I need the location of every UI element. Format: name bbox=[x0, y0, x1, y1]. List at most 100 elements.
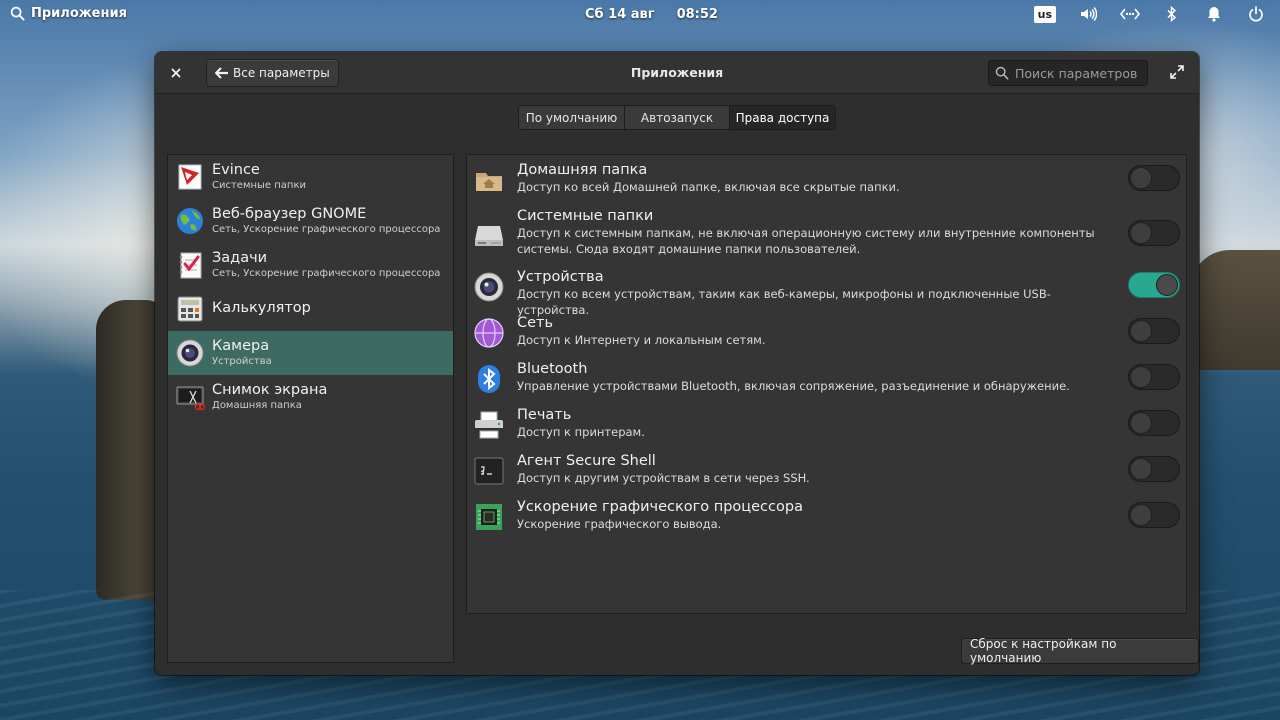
permission-row-bluetooth: Bluetooth Управление устройствами Blueto… bbox=[467, 361, 1186, 401]
application-list: Evince Системные папки Веб-браузер GNOME… bbox=[167, 154, 454, 663]
maximize-window-button[interactable] bbox=[1169, 64, 1189, 84]
volume-icon[interactable] bbox=[1078, 4, 1098, 24]
permission-title: Печать bbox=[517, 407, 572, 423]
list-item-web-browser[interactable]: Веб-браузер GNOME Сеть, Ускорение графич… bbox=[168, 199, 453, 243]
permission-description: Доступ к другим устройствам в сети через… bbox=[517, 471, 810, 485]
permission-description: Доступ ко всей Домашней папке, включая в… bbox=[517, 180, 900, 194]
tasks-icon bbox=[179, 252, 202, 279]
app-name: Задачи bbox=[212, 250, 268, 266]
search-icon bbox=[995, 66, 1009, 80]
tab-autostart[interactable]: Автозапуск bbox=[625, 106, 730, 129]
permission-title: Сеть bbox=[517, 315, 554, 331]
permission-description: Ускорение графического вывода. bbox=[517, 517, 722, 531]
date-label: Сб 14 авг bbox=[585, 7, 655, 22]
permission-title: Агент Secure Shell bbox=[517, 453, 656, 469]
tab-defaults[interactable]: По умолчанию bbox=[519, 106, 625, 129]
applications-menu-button[interactable]: Приложения bbox=[10, 6, 127, 21]
settings-search-box[interactable] bbox=[988, 60, 1148, 86]
system-folders-toggle[interactable] bbox=[1128, 220, 1180, 246]
headerbar: Все параметры Приложения bbox=[155, 52, 1199, 94]
permission-title: Домашняя папка bbox=[517, 162, 648, 178]
list-item-tasks[interactable]: Задачи Сеть, Ускорение графического проц… bbox=[168, 243, 453, 287]
time-label: 08:52 bbox=[676, 7, 718, 22]
permission-description: Доступ к системным папкам, не включая оп… bbox=[517, 226, 1095, 256]
permission-row-system-folders: Системные папки Доступ к системным папка… bbox=[467, 208, 1186, 264]
terminal-icon bbox=[474, 457, 504, 485]
power-icon[interactable] bbox=[1246, 4, 1266, 24]
app-name: Калькулятор bbox=[212, 300, 311, 316]
network-toggle[interactable] bbox=[1128, 318, 1180, 344]
switch-knob bbox=[1130, 412, 1152, 434]
gpu-icon bbox=[476, 504, 502, 530]
settings-window: Все параметры Приложения По умолчанию Ав… bbox=[155, 52, 1199, 675]
permission-title: Bluetooth bbox=[517, 361, 588, 377]
switch-knob bbox=[1130, 366, 1152, 388]
app-name: Снимок экрана bbox=[212, 382, 328, 398]
switch-knob bbox=[1156, 274, 1178, 296]
network-icon bbox=[474, 318, 504, 348]
reset-to-defaults-button[interactable]: Сброс к настройкам по умолчанию bbox=[961, 637, 1199, 665]
switch-knob bbox=[1130, 167, 1152, 189]
app-permissions-summary: Устройства bbox=[212, 356, 272, 367]
app-name: Камера bbox=[212, 338, 270, 354]
ssh-agent-toggle[interactable] bbox=[1128, 456, 1180, 482]
search-icon bbox=[10, 6, 25, 21]
app-permissions-summary: Сеть, Ускорение графического процессора bbox=[212, 268, 441, 279]
search-input[interactable] bbox=[1015, 65, 1145, 81]
permission-description: Управление устройствами Bluetooth, включ… bbox=[517, 379, 1070, 393]
app-name: Evince bbox=[212, 162, 260, 178]
switch-knob bbox=[1130, 320, 1152, 342]
bluetooth-icon bbox=[478, 365, 500, 393]
app-permissions-summary: Сеть, Ускорение графического процессора bbox=[212, 224, 441, 235]
keyboard-layout-indicator[interactable]: us bbox=[1033, 5, 1056, 23]
drive-icon bbox=[475, 226, 503, 246]
screenshot-icon bbox=[176, 386, 205, 411]
printing-toggle[interactable] bbox=[1128, 410, 1180, 436]
bluetooth-indicator-icon[interactable] bbox=[1162, 4, 1182, 24]
network-indicator-icon[interactable] bbox=[1120, 4, 1140, 24]
wallpaper-cliff bbox=[1190, 250, 1280, 370]
permission-title: Ускорение графического процессора bbox=[517, 499, 803, 515]
printer-icon bbox=[475, 411, 503, 439]
switch-knob bbox=[1130, 458, 1152, 480]
maximize-icon bbox=[1170, 65, 1184, 79]
home-folder-toggle[interactable] bbox=[1128, 165, 1180, 191]
web-browser-icon bbox=[177, 208, 203, 234]
switch-knob bbox=[1130, 504, 1152, 526]
gpu-acceleration-toggle[interactable] bbox=[1128, 502, 1180, 528]
webcam-icon bbox=[474, 272, 504, 302]
permission-description: Доступ к принтерам. bbox=[517, 425, 645, 439]
indicator-area: us bbox=[1033, 4, 1266, 24]
list-item-calculator[interactable]: Калькулятор bbox=[168, 287, 453, 331]
app-permissions-summary: Домашняя папка bbox=[212, 400, 302, 411]
permission-description: Доступ к Интернету и локальным сетям. bbox=[517, 333, 766, 347]
permission-row-printing: Печать Доступ к принтерам. bbox=[467, 407, 1186, 447]
list-item-screenshot[interactable]: Снимок экрана Домашняя папка bbox=[168, 375, 453, 419]
list-item-evince[interactable]: Evince Системные папки bbox=[168, 155, 453, 199]
list-item-camera[interactable]: Камера Устройства bbox=[168, 331, 453, 375]
app-name: Веб-браузер GNOME bbox=[212, 206, 367, 222]
datetime-indicator[interactable]: Сб 14 авг 08:52 bbox=[585, 7, 718, 22]
permission-row-gpu-acceleration: Ускорение графического процессора Ускоре… bbox=[467, 499, 1186, 539]
permission-title: Системные папки bbox=[517, 208, 654, 224]
top-panel: Приложения Сб 14 авг 08:52 us bbox=[0, 0, 1280, 30]
camera-icon bbox=[176, 339, 204, 367]
applications-label: Приложения bbox=[31, 6, 127, 21]
calculator-icon bbox=[177, 296, 203, 322]
bluetooth-toggle[interactable] bbox=[1128, 364, 1180, 390]
evince-icon bbox=[178, 164, 202, 190]
tab-permissions[interactable]: Права доступа bbox=[730, 106, 835, 129]
permission-row-devices: Устройства Доступ ко всем устройствам, т… bbox=[467, 269, 1186, 317]
permission-row-ssh-agent: Агент Secure Shell Доступ к другим устро… bbox=[467, 453, 1186, 493]
permission-description: Доступ ко всем устройствам, таким как ве… bbox=[517, 287, 1051, 317]
view-switcher: По умолчанию Автозапуск Права доступа bbox=[518, 105, 836, 130]
permission-row-home-folder: Домашняя папка Доступ ко всей Домашней п… bbox=[467, 162, 1186, 202]
permissions-panel: Домашняя папка Доступ ко всей Домашней п… bbox=[466, 154, 1187, 614]
devices-toggle[interactable] bbox=[1128, 272, 1180, 298]
permission-title: Устройства bbox=[517, 269, 604, 285]
notifications-bell-icon[interactable] bbox=[1204, 4, 1224, 24]
permission-row-network: Сеть Доступ к Интернету и локальным сетя… bbox=[467, 315, 1186, 355]
home-folder-icon bbox=[476, 173, 502, 191]
app-permissions-summary: Системные папки bbox=[212, 180, 307, 191]
switch-knob bbox=[1130, 222, 1152, 244]
